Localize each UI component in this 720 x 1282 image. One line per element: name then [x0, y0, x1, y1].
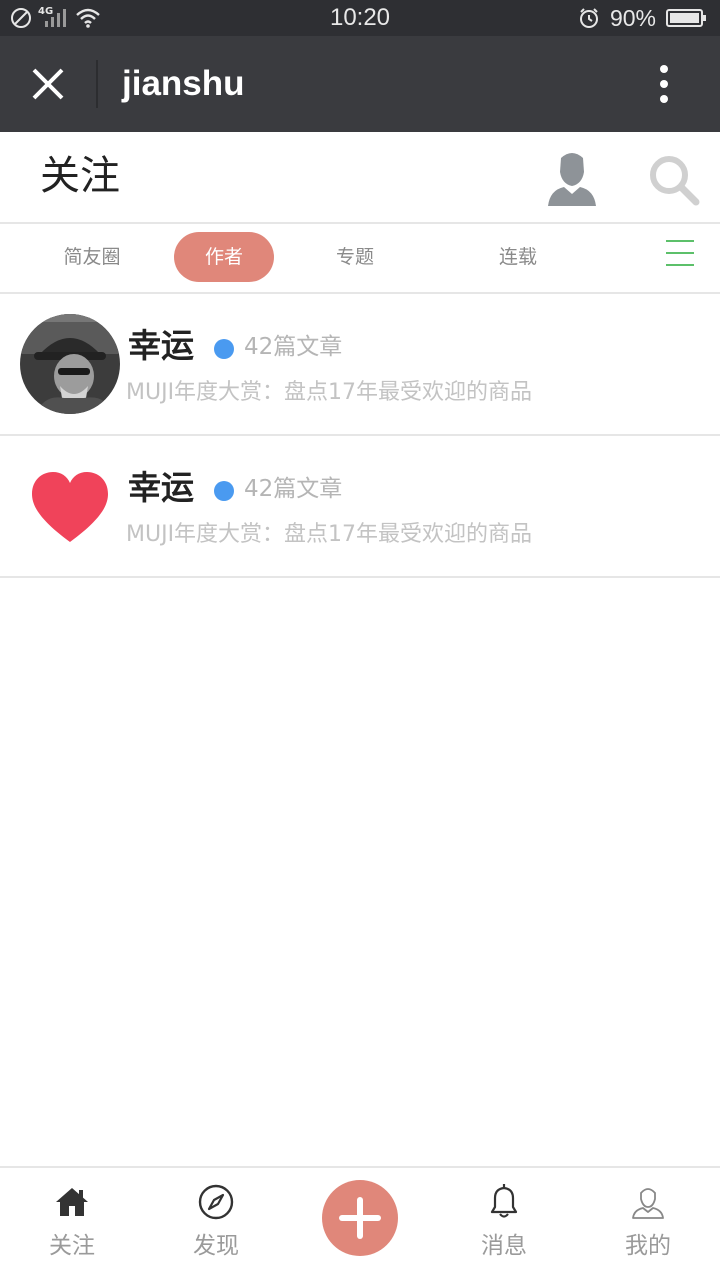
article-count: 42篇文章 [244, 334, 343, 360]
compass-icon [198, 1184, 234, 1220]
nav-label: 关注 [49, 1233, 95, 1259]
home-icon [56, 1188, 88, 1216]
title-divider [96, 60, 98, 108]
article-count: 42篇文章 [244, 476, 343, 502]
search-icon[interactable] [646, 152, 702, 208]
nav-label: 我的 [625, 1233, 671, 1259]
page-title: 关注 [40, 153, 120, 199]
battery-percent: 90% [609, 4, 656, 31]
tab-topics[interactable]: 专题 [305, 232, 405, 282]
window-title: jianshu [122, 64, 245, 103]
list-item[interactable]: 幸运 42篇文章 MUJI年度大赏：盘点17年最受欢迎的商品 [0, 294, 720, 436]
nav-label: 发现 [193, 1233, 239, 1259]
title-bar: jianshu [0, 36, 720, 132]
plus-icon [339, 1197, 381, 1239]
category-tabs: 简友圈 作者 专题 连载 [0, 224, 720, 294]
list-item[interactable]: 幸运 42篇文章 MUJI年度大赏：盘点17年最受欢迎的商品 [0, 436, 720, 578]
nav-messages[interactable]: 消息 [444, 1168, 564, 1282]
nav-follow[interactable]: 关注 [12, 1168, 132, 1282]
bell-icon [490, 1184, 518, 1218]
add-post-button[interactable] [322, 1180, 398, 1256]
avatar[interactable] [20, 314, 120, 414]
status-right: 90% [578, 0, 708, 36]
heart-icon [32, 472, 108, 542]
tab-friends-circle[interactable]: 简友圈 [42, 232, 142, 282]
author-name[interactable]: 幸运 [128, 466, 194, 510]
status-dot [214, 481, 234, 501]
latest-article[interactable]: MUJI年度大赏：盘点17年最受欢迎的商品 [126, 518, 532, 552]
avatar-photo [20, 314, 120, 414]
bottom-nav: 关注 发现 消息 我的 [0, 1166, 720, 1282]
status-bar: 4G 10:20 90% [0, 0, 720, 36]
latest-article[interactable]: MUJI年度大赏：盘点17年最受欢迎的商品 [126, 376, 532, 410]
page-header: 关注 [0, 132, 720, 224]
person-icon [632, 1188, 664, 1219]
menu-icon[interactable] [666, 238, 694, 268]
battery-icon [666, 9, 706, 27]
nav-discover[interactable]: 发现 [156, 1168, 276, 1282]
status-dot [214, 339, 234, 359]
close-icon[interactable] [24, 60, 72, 108]
more-options-icon[interactable] [644, 64, 684, 104]
tab-authors[interactable]: 作者 [174, 232, 274, 282]
tab-serials[interactable]: 连载 [468, 232, 568, 282]
author-name[interactable]: 幸运 [128, 324, 194, 368]
nav-me[interactable]: 我的 [588, 1168, 708, 1282]
author-list: 幸运 42篇文章 MUJI年度大赏：盘点17年最受欢迎的商品 幸运 42篇文章 … [0, 294, 720, 578]
nav-label: 消息 [481, 1233, 527, 1259]
user-profile-icon[interactable] [546, 150, 598, 206]
avatar[interactable] [20, 456, 120, 556]
alarm-icon [579, 8, 598, 28]
